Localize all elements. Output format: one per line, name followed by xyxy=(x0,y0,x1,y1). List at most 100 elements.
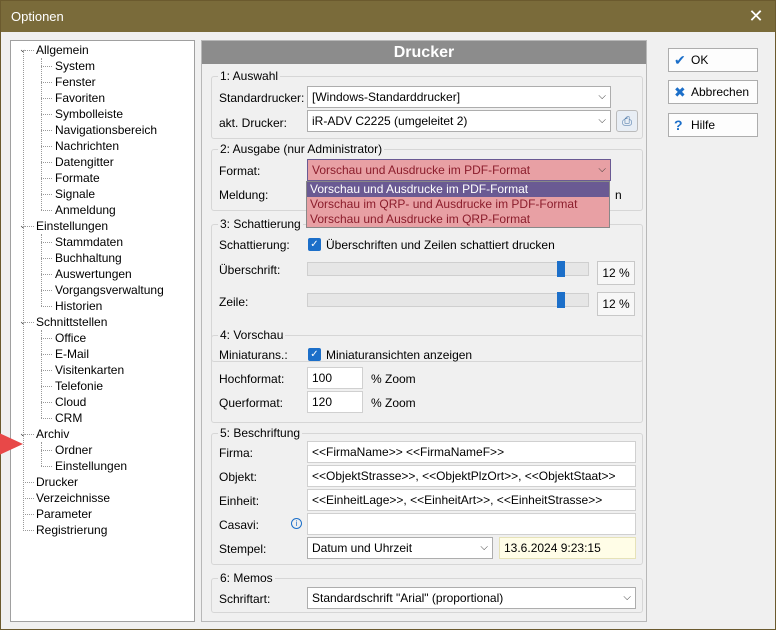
standard-printer-value: [Windows-Standarddrucker] xyxy=(312,90,461,104)
tree-connector xyxy=(23,530,34,531)
tree-item-drucker[interactable]: Drucker xyxy=(36,474,79,490)
tree-item-einstellungen[interactable]: Einstellungen xyxy=(55,458,127,474)
unit-input[interactable]: <<EinheitLage>>, <<EinheitArt>>, <<Einhe… xyxy=(307,489,636,511)
cancel-button[interactable]: ✖ Abbrechen xyxy=(668,80,758,104)
tree-item-e-mail[interactable]: E-Mail xyxy=(55,346,89,362)
tree-item-historien[interactable]: Historien xyxy=(55,298,102,314)
tree-item-cloud[interactable]: Cloud xyxy=(55,394,86,410)
ok-button[interactable]: ✔ OK xyxy=(668,48,758,72)
tree-item-ordner[interactable]: Ordner xyxy=(55,442,92,458)
tree-item-label: Visitenkarten xyxy=(55,363,125,377)
tree-item-schnittstellen[interactable]: Schnittstellen xyxy=(36,314,107,330)
tree-item-registrierung[interactable]: Registrierung xyxy=(36,522,107,538)
tree-connector xyxy=(41,354,52,355)
help-label: Hilfe xyxy=(691,118,716,132)
tree-item-verzeichnisse[interactable]: Verzeichnisse xyxy=(36,490,110,506)
stamp-value: Datum und Uhrzeit xyxy=(312,541,413,555)
shading-check-label: Überschriften und Zeilen schattiert druc… xyxy=(326,238,555,252)
tree-item-label: Archiv xyxy=(36,427,70,441)
shading-checkbox[interactable]: ✓ xyxy=(308,238,321,251)
stamp-label: Stempel: xyxy=(219,542,267,556)
tree-item-parameter[interactable]: Parameter xyxy=(36,506,92,522)
format-option[interactable]: Vorschau und Ausdrucke im PDF-Format xyxy=(307,182,609,197)
tree-item-label: Formate xyxy=(55,171,100,185)
format-option[interactable]: Vorschau und Ausdrucke im QRP-Format xyxy=(307,212,609,227)
group-memos: 6: Memos Schriftart: Standardschrift "Ar… xyxy=(211,571,643,613)
tree-item-label: Buchhaltung xyxy=(55,251,122,265)
tree-item-label: Telefonie xyxy=(55,379,104,393)
tree-item-label: Einstellungen xyxy=(55,459,128,473)
miniature-checkbox[interactable]: ✓ xyxy=(308,348,321,361)
options-window: Optionen ✕ Allgemein ⌄ System Fenster Favori… xyxy=(0,0,776,630)
tree-item-nachrichten[interactable]: Nachrichten xyxy=(55,138,119,154)
options-tree[interactable]: Allgemein ⌄ System Fenster Favoriten Symbolle… xyxy=(10,40,195,622)
stamp-preview: 13.6.2024 9:23:15 xyxy=(499,537,636,559)
format-value: Vorschau und Ausdrucke im PDF-Format xyxy=(312,163,531,177)
unit-label: Einheit: xyxy=(219,494,260,508)
landscape-zoom-input[interactable]: 120 xyxy=(307,391,363,413)
tree-item-allgemein[interactable]: Allgemein xyxy=(36,42,89,58)
tree-connector xyxy=(41,330,42,418)
format-dropdown-list[interactable]: Vorschau und Ausdrucke im PDF-Format Vors… xyxy=(306,181,610,228)
group-vorschau: 4: Vorschau Miniaturans.: ✓ Miniaturansi… xyxy=(211,328,643,423)
tree-item-archiv[interactable]: Archiv xyxy=(36,426,69,442)
casavi-input[interactable] xyxy=(307,513,636,535)
tree-connector xyxy=(41,274,52,275)
tree-item-anmeldung[interactable]: Anmeldung xyxy=(55,202,116,218)
tree-item-einstellungen[interactable]: Einstellungen xyxy=(36,218,108,234)
tree-item-label: Historien xyxy=(55,299,103,313)
tree-item-stammdaten[interactable]: Stammdaten xyxy=(55,234,123,250)
tree-item-label: Datengitter xyxy=(55,155,114,169)
printer-settings-icon[interactable]: ⎙ xyxy=(616,110,638,132)
company-input[interactable]: <<FirmaName>> <<FirmaNameF>> xyxy=(307,441,636,463)
info-icon[interactable]: i xyxy=(291,518,302,529)
tree-item-system[interactable]: System xyxy=(55,58,95,74)
object-input[interactable]: <<ObjektStrasse>>, <<ObjektPlzOrt>>, <<O… xyxy=(307,465,636,487)
font-select[interactable]: Standardschrift "Arial" (proportional) ⌵ xyxy=(307,587,636,609)
tree-item-auswertungen[interactable]: Auswertungen xyxy=(55,266,132,282)
tree-item-datengitter[interactable]: Datengitter xyxy=(55,154,114,170)
portrait-zoom-input[interactable]: 100 xyxy=(307,367,363,389)
printer-settings-panel: Drucker 1: Auswahl Standardrucker: [Wind… xyxy=(201,40,647,622)
tree-connector xyxy=(41,290,52,291)
tree-item-formate[interactable]: Formate xyxy=(55,170,100,186)
tree-item-label: Fenster xyxy=(55,75,96,89)
tree-item-label: Parameter xyxy=(36,507,93,521)
tree-item-navigationsbereich[interactable]: Navigationsbereich xyxy=(55,122,157,138)
row-shade-slider-thumb[interactable] xyxy=(556,292,565,308)
ok-label: OK xyxy=(691,53,709,67)
heading-shade-slider[interactable] xyxy=(307,262,589,276)
close-icon[interactable]: ✕ xyxy=(745,5,767,27)
tree-connector xyxy=(41,146,52,147)
tree-connector xyxy=(23,514,34,515)
group-label: 6: Memos xyxy=(218,571,275,585)
tree-item-signale[interactable]: Signale xyxy=(55,186,95,202)
standard-printer-select[interactable]: [Windows-Standarddrucker] ⌵ xyxy=(307,86,611,108)
tree-connector xyxy=(41,258,52,259)
row-shade-slider[interactable] xyxy=(307,293,589,307)
tree-item-visitenkarten[interactable]: Visitenkarten xyxy=(55,362,124,378)
object-label: Objekt: xyxy=(219,470,258,484)
tree-item-vorgangsverwaltung[interactable]: Vorgangsverwaltung xyxy=(55,282,164,298)
tree-item-office[interactable]: Office xyxy=(55,330,86,346)
tree-item-label: Einstellungen xyxy=(36,219,109,233)
tree-item-favoriten[interactable]: Favoriten xyxy=(55,90,105,106)
miniature-check-label: Miniaturansichten anzeigen xyxy=(326,348,473,362)
tree-connector xyxy=(41,82,52,83)
tree-item-label: Registrierung xyxy=(36,523,108,537)
tree-item-buchhaltung[interactable]: Buchhaltung xyxy=(55,250,122,266)
chevron-down-icon: ⌵ xyxy=(480,542,488,553)
landscape-zoom-unit: % Zoom xyxy=(371,396,416,410)
tree-item-telefonie[interactable]: Telefonie xyxy=(55,378,103,394)
current-printer-select[interactable]: iR-ADV C2225 (umgeleitet 2) ⌵ xyxy=(307,110,611,132)
tree-connector xyxy=(41,370,52,371)
heading-shade-slider-thumb[interactable] xyxy=(556,261,565,277)
tree-item-symbolleiste[interactable]: Symbolleiste xyxy=(55,106,123,122)
tree-item-fenster[interactable]: Fenster xyxy=(55,74,96,90)
format-select[interactable]: Vorschau und Ausdrucke im PDF-Format ⌵ xyxy=(307,159,611,181)
stamp-select[interactable]: Datum und Uhrzeit ⌵ xyxy=(307,537,493,559)
help-button[interactable]: ? Hilfe xyxy=(668,113,758,137)
tree-item-crm[interactable]: CRM xyxy=(55,410,82,426)
format-option[interactable]: Vorschau im QRP- und Ausdrucke im PDF-Fo… xyxy=(307,197,609,212)
tree-connector xyxy=(41,386,52,387)
